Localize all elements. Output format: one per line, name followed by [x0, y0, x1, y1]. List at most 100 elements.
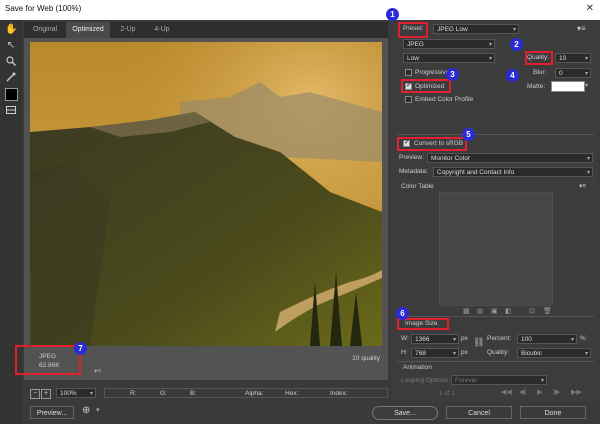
- file-format-select[interactable]: JPEG: [403, 39, 495, 50]
- view-tabs: Original Optimized 2-Up 4-Up: [24, 22, 388, 38]
- embed-color-profile-label: Embed Color Profile: [415, 96, 474, 103]
- previous-frame-icon[interactable]: ◀|: [519, 388, 526, 396]
- matte-chevron-icon[interactable]: ▾: [585, 81, 588, 89]
- blur-label: Blur:: [533, 69, 547, 76]
- title-bar: Save for Web (100%) ✕: [0, 0, 600, 20]
- zoom-tool-icon[interactable]: [5, 56, 17, 68]
- red-readout-label: R:: [130, 390, 137, 397]
- hex-readout-label: Hex:: [285, 390, 299, 397]
- zoom-level-select[interactable]: 100%: [56, 388, 96, 399]
- animation-header: Animation: [403, 364, 432, 371]
- slice-select-tool-icon[interactable]: ↖: [5, 40, 17, 52]
- eyedropper-tool-icon[interactable]: [5, 72, 17, 84]
- animation-controls: ◀◀ ◀| ▶ |▶ ▶▶: [501, 388, 593, 398]
- percent-input[interactable]: 100: [517, 334, 577, 345]
- optimize-settings-panel: Preset: JPEG Low ▾≡ JPEG Low Quality: 10…: [393, 22, 598, 402]
- first-frame-icon[interactable]: ◀◀: [501, 388, 512, 396]
- save-button[interactable]: Save...: [372, 406, 438, 420]
- section-divider: [397, 361, 594, 362]
- metadata-select[interactable]: Copyright and Contact Info: [433, 167, 593, 178]
- preview-menu-icon[interactable]: ▾≡: [94, 367, 101, 375]
- color-table-header: Color Table: [401, 183, 434, 190]
- height-label: H:: [401, 349, 408, 356]
- resample-quality-label: Quality:: [487, 349, 510, 356]
- resample-quality-select[interactable]: Bicubic: [517, 348, 591, 359]
- last-frame-icon[interactable]: ▶▶: [571, 388, 582, 396]
- lock-color-icon[interactable]: ▦: [463, 307, 470, 315]
- map-transparency-icon[interactable]: ◧: [505, 307, 512, 315]
- quality-input[interactable]: 10: [555, 53, 591, 64]
- preset-select[interactable]: JPEG Low: [433, 24, 519, 35]
- preview-label: Preview:: [399, 154, 424, 161]
- callout-badge-3: 3: [446, 68, 459, 81]
- toggle-slices-icon[interactable]: [5, 106, 17, 118]
- status-bar: − + 100% R: G: B: Alpha: Hex: Index:: [24, 386, 392, 402]
- looping-options-label: Looping Options:: [401, 377, 451, 384]
- window-title: Save for Web (100%): [5, 4, 82, 13]
- cancel-button[interactable]: Cancel: [446, 406, 512, 419]
- zoom-out-icon[interactable]: −: [30, 389, 40, 399]
- percent-label: Percent:: [487, 335, 512, 342]
- percent-unit: %: [580, 335, 586, 342]
- width-unit: px: [461, 335, 468, 342]
- matte-label: Matte:: [527, 83, 546, 90]
- tab-original[interactable]: Original: [26, 22, 64, 38]
- section-divider: [397, 134, 594, 135]
- tab-4-up[interactable]: 4-Up: [146, 22, 178, 38]
- quality-readout: 10 quality: [352, 355, 380, 362]
- tab-optimized[interactable]: Optimized: [66, 22, 110, 38]
- preview-button[interactable]: Preview...: [30, 406, 74, 419]
- color-table-swatches[interactable]: [439, 192, 553, 306]
- play-icon[interactable]: ▶: [537, 388, 542, 396]
- progressive-checkbox[interactable]: [405, 69, 412, 76]
- optimized-label: Optimized: [415, 83, 445, 90]
- frame-counter: 1 of 1: [439, 390, 456, 397]
- convert-srgb-checkbox[interactable]: [403, 138, 410, 147]
- height-unit: px: [461, 349, 468, 356]
- green-readout-label: G:: [160, 390, 167, 397]
- callout-badge-2: 2: [510, 38, 523, 51]
- optimized-checkbox[interactable]: [405, 81, 412, 90]
- blur-input[interactable]: 0: [555, 68, 591, 79]
- callout-highlight-7: [15, 345, 81, 375]
- callout-badge-4: 4: [506, 69, 519, 82]
- optimize-menu-icon[interactable]: ▾≡: [577, 24, 586, 33]
- zoom-in-icon[interactable]: +: [41, 389, 51, 399]
- width-input[interactable]: 1366: [411, 334, 459, 345]
- browser-preview-control[interactable]: ⊕ ▾: [80, 405, 108, 419]
- callout-badge-1: 1: [386, 8, 399, 21]
- preview-image: [30, 42, 382, 346]
- preview-color-select[interactable]: Monitor Color: [427, 153, 593, 164]
- embed-color-profile-checkbox[interactable]: [405, 96, 412, 103]
- new-color-icon[interactable]: ⊡: [529, 307, 535, 315]
- index-readout-label: Index:: [330, 390, 348, 397]
- color-table-menu-icon[interactable]: ▾≡: [579, 182, 586, 190]
- hand-tool-icon[interactable]: ✋: [5, 24, 17, 36]
- preset-label: Preset:: [403, 25, 424, 32]
- callout-badge-6: 6: [396, 307, 409, 320]
- close-icon[interactable]: ✕: [586, 3, 594, 14]
- web-shift-icon[interactable]: ◍: [477, 307, 483, 315]
- width-label: W:: [401, 335, 409, 342]
- height-input[interactable]: 768: [411, 348, 459, 359]
- chevron-down-icon: ▾: [96, 407, 100, 414]
- color-table-toolbar: ▦ ◍ ▣ ◧ ⊡ 🗑: [463, 307, 563, 316]
- browser-icon: ⊕: [82, 405, 91, 416]
- lock-icon[interactable]: ▣: [491, 307, 498, 315]
- matte-color-swatch[interactable]: [551, 81, 585, 92]
- looping-options-select[interactable]: Forever: [451, 375, 547, 386]
- compression-quality-select[interactable]: Low: [403, 53, 495, 64]
- trash-icon[interactable]: 🗑: [543, 307, 552, 315]
- callout-badge-5: 5: [462, 128, 475, 141]
- alpha-readout-label: Alpha:: [245, 390, 264, 397]
- blue-readout-label: B:: [190, 390, 197, 397]
- mountain-landscape-image: [30, 42, 382, 346]
- eyedropper-color-swatch[interactable]: [5, 88, 18, 101]
- link-chain-icon[interactable]: ⛓: [473, 337, 484, 348]
- done-button[interactable]: Done: [520, 406, 586, 419]
- next-frame-icon[interactable]: |▶: [553, 388, 560, 396]
- tab-2-up[interactable]: 2-Up: [112, 22, 144, 38]
- metadata-label: Metadata:: [399, 168, 428, 175]
- progressive-label: Progressive: [415, 69, 450, 76]
- quality-label: Quality:: [527, 54, 550, 61]
